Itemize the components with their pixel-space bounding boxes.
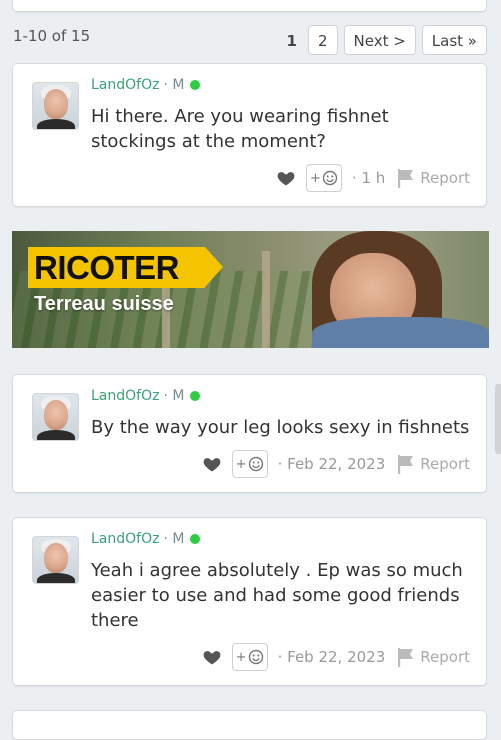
ad-banner[interactable]: RICOTER Terreau suisse [12, 231, 489, 348]
comment-actions: + · Feb 22, 2023 Report [202, 643, 470, 671]
smiley-icon [248, 649, 263, 665]
author-gender: · M [163, 77, 185, 93]
report-link[interactable]: Report [395, 453, 470, 475]
plus-label: + [235, 456, 247, 472]
add-reaction-button[interactable]: + [305, 164, 342, 192]
comment-text: Hi there. Are you wearing fishnet stocki… [91, 106, 389, 152]
add-reaction-button[interactable]: + [231, 643, 268, 671]
heart-icon[interactable] [202, 454, 222, 474]
comment-time: · Feb 22, 2023 [277, 648, 386, 666]
avatar[interactable] [32, 536, 79, 584]
comment-card: LandOfOz · M By the way your leg looks s… [12, 374, 487, 493]
author-name[interactable]: LandOfOz [91, 531, 159, 547]
comment-card: LandOfOz · M Hi there. Are you wearing f… [12, 63, 487, 207]
next-page-button[interactable]: Next > [343, 25, 416, 55]
results-count: 1-10 of 15 [13, 27, 91, 45]
flag-icon [398, 648, 414, 667]
flag-icon [398, 455, 414, 474]
page-1-current: 1 [286, 32, 297, 50]
pagination: 1 2 Next > Last » [282, 25, 487, 55]
add-reaction-button[interactable]: + [231, 450, 268, 478]
plus-label: + [309, 170, 321, 186]
online-indicator [190, 391, 201, 401]
author-gender: · M [163, 531, 185, 547]
report-link[interactable]: Report [395, 646, 470, 668]
comment-meta: LandOfOz · M [91, 388, 201, 404]
ad-brand: RICOTER [34, 249, 180, 286]
report-label: Report [420, 648, 470, 666]
comment-text: By the way your leg looks sexy in fishne… [91, 417, 470, 438]
ad-tagline: Terreau suisse [34, 293, 174, 315]
scrollbar[interactable] [495, 384, 501, 454]
comment-meta: LandOfOz · M [91, 77, 201, 93]
comment-meta: LandOfOz · M [91, 531, 201, 547]
online-indicator [190, 534, 201, 544]
comment-actions: + · Feb 22, 2023 Report [202, 450, 470, 478]
comment-time: · 1 h [351, 169, 386, 187]
report-link[interactable]: Report [395, 167, 470, 189]
comment-time: · Feb 22, 2023 [277, 455, 386, 473]
author-name[interactable]: LandOfOz [91, 388, 159, 404]
report-label: Report [420, 455, 470, 473]
page-2-button[interactable]: 2 [307, 25, 338, 55]
avatar[interactable] [32, 393, 79, 441]
online-indicator [190, 80, 201, 90]
flag-icon [398, 169, 414, 188]
next-comment-card [12, 710, 487, 740]
smiley-icon [322, 170, 338, 186]
comment-actions: + · 1 h Report [276, 164, 470, 192]
author-gender: · M [163, 388, 185, 404]
comment-card: LandOfOz · M Yeah i agree absolutely . E… [12, 517, 487, 686]
previous-comment-card [12, 0, 487, 12]
author-name[interactable]: LandOfOz [91, 77, 159, 93]
last-page-button[interactable]: Last » [421, 25, 487, 55]
avatar[interactable] [32, 82, 79, 130]
heart-icon[interactable] [202, 647, 222, 667]
comment-text: Yeah i agree absolutely . Ep was so much… [91, 560, 463, 631]
smiley-icon [248, 456, 263, 472]
heart-icon[interactable] [276, 168, 296, 188]
plus-label: + [235, 649, 247, 665]
report-label: Report [420, 169, 470, 187]
